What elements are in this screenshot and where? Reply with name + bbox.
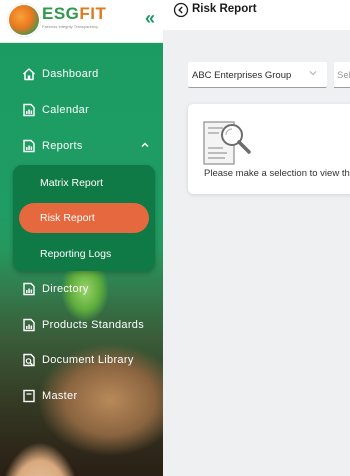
logo-fit: FIT bbox=[79, 4, 107, 23]
chevron-down-icon bbox=[309, 71, 317, 76]
sidebar-item-products-standards[interactable]: Products Standards bbox=[0, 309, 163, 343]
sidebar-item-calendar[interactable]: Calendar bbox=[0, 94, 163, 128]
sidebar-item-directory[interactable]: Directory bbox=[0, 273, 163, 307]
sidebar-item-label: Document Library bbox=[42, 354, 134, 366]
sidebar-item-reports[interactable]: Reports bbox=[0, 130, 163, 164]
sidebar-item-document-library[interactable]: Document Library bbox=[0, 344, 163, 378]
collapse-sidebar-button[interactable]: « bbox=[141, 8, 159, 28]
main-content: Risk Report ABC Enterprises Group Sel Pl… bbox=[163, 0, 350, 476]
submenu-item-label: Reporting Logs bbox=[40, 248, 112, 260]
secondary-select[interactable]: Sel bbox=[334, 62, 350, 88]
directory-icon bbox=[23, 282, 35, 296]
empty-state-card: Please make a selection to view the bbox=[188, 104, 350, 194]
reports-submenu: Matrix Report Risk Report Reporting Logs bbox=[13, 165, 155, 271]
sidebar-item-label: Products Standards bbox=[42, 319, 145, 331]
sidebar-item-label: Directory bbox=[42, 283, 89, 295]
search-document-illustration-icon bbox=[203, 121, 251, 165]
page-title: Risk Report bbox=[192, 3, 257, 15]
secondary-select-placeholder: Sel bbox=[337, 70, 350, 81]
calendar-icon bbox=[23, 103, 35, 117]
logo-tagline: Fairness Integrity Transparency bbox=[42, 24, 99, 29]
empty-state-message: Please make a selection to view the bbox=[204, 168, 350, 179]
sidebar-item-label: Master bbox=[42, 390, 78, 402]
sidebar-item-label: Reports bbox=[42, 140, 83, 152]
submenu-item-matrix-report[interactable]: Matrix Report bbox=[19, 168, 149, 198]
master-icon bbox=[23, 389, 35, 403]
sidebar-item-master[interactable]: Master bbox=[0, 380, 163, 414]
submenu-item-risk-report[interactable]: Risk Report bbox=[19, 203, 149, 233]
sidebar: ESGFIT Fairness Integrity Transparency «… bbox=[0, 0, 163, 476]
chevron-up-icon bbox=[141, 142, 149, 148]
submenu-item-label: Risk Report bbox=[40, 212, 95, 224]
document-icon bbox=[23, 353, 35, 367]
back-arrow-icon[interactable] bbox=[173, 2, 189, 18]
sidebar-item-dashboard[interactable]: Dashboard bbox=[0, 58, 163, 92]
logo-esg: ESG bbox=[42, 4, 80, 23]
filter-row: ABC Enterprises Group Sel bbox=[188, 62, 350, 88]
report-icon bbox=[23, 139, 35, 153]
home-icon bbox=[22, 68, 36, 81]
company-select-value: ABC Enterprises Group bbox=[192, 70, 292, 81]
logo-text: ESGFIT bbox=[42, 4, 106, 24]
submenu-item-reporting-logs[interactable]: Reporting Logs bbox=[19, 239, 149, 269]
submenu-item-label: Matrix Report bbox=[40, 177, 104, 189]
logo-bar: ESGFIT Fairness Integrity Transparency « bbox=[0, 0, 163, 43]
sidebar-item-label: Dashboard bbox=[42, 68, 99, 80]
company-select[interactable]: ABC Enterprises Group bbox=[188, 62, 327, 88]
page-header: Risk Report bbox=[163, 0, 350, 30]
standards-icon bbox=[23, 318, 35, 332]
sidebar-item-label: Calendar bbox=[42, 104, 90, 116]
esgfit-logo-icon bbox=[7, 3, 41, 37]
